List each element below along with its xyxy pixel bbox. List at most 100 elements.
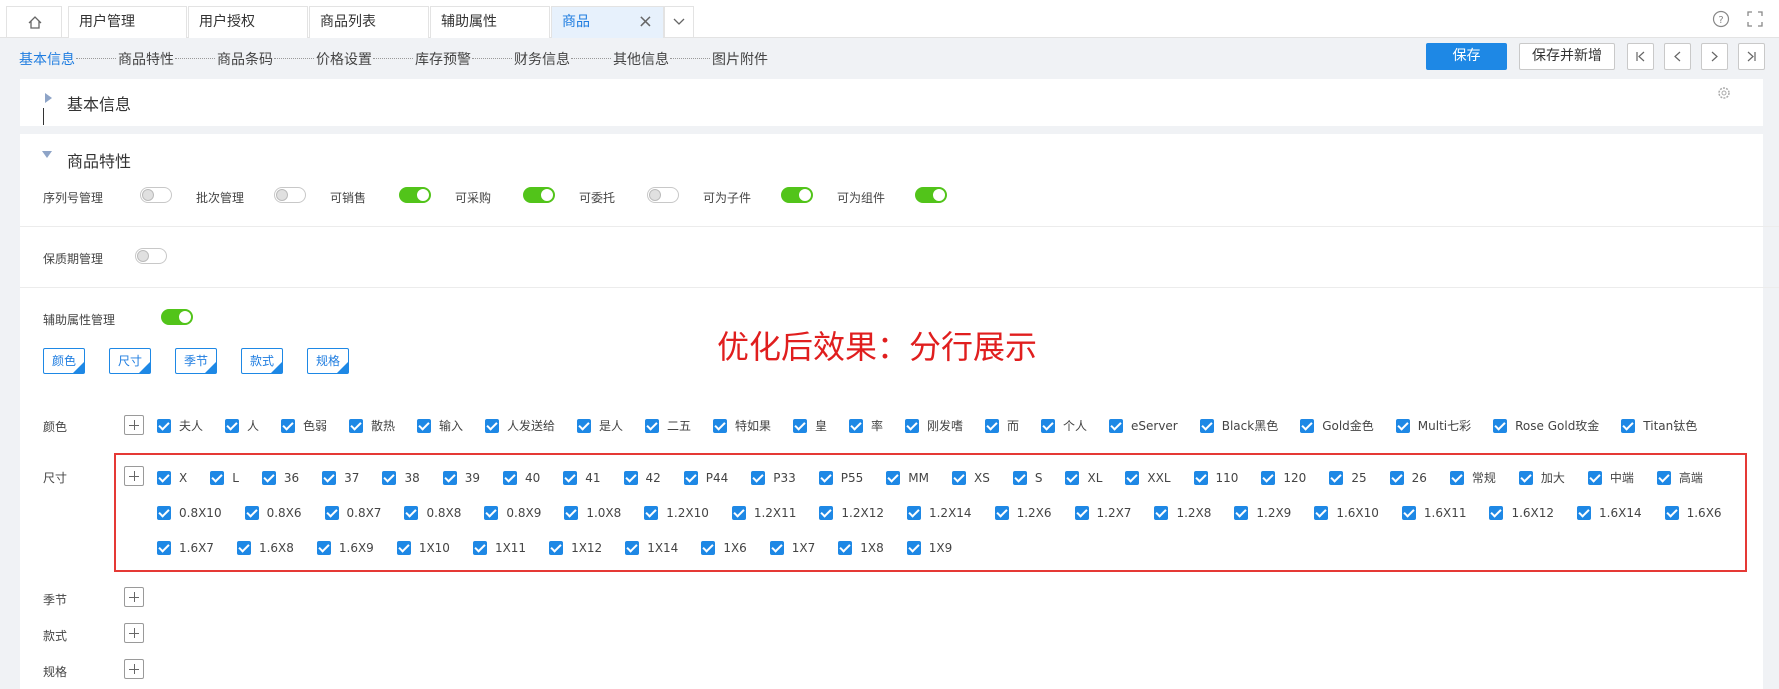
help-icon[interactable]: ? bbox=[1712, 10, 1730, 28]
checkbox-checked-icon[interactable] bbox=[1664, 506, 1679, 520]
attr-button-size[interactable]: 尺寸 bbox=[109, 348, 151, 374]
checkbox-checked-icon[interactable] bbox=[1577, 506, 1592, 520]
checkbox-checked-icon[interactable] bbox=[952, 471, 967, 485]
checkbox-checked-icon[interactable] bbox=[417, 419, 431, 433]
checkbox-checked-icon[interactable] bbox=[564, 506, 579, 520]
checkbox-checked-icon[interactable] bbox=[349, 419, 363, 433]
checkbox-checked-icon[interactable] bbox=[1065, 471, 1080, 485]
component-toggle[interactable] bbox=[915, 187, 947, 203]
step-price-settings[interactable]: 价格设置 bbox=[316, 49, 372, 69]
step-finance-info[interactable]: 财务信息 bbox=[514, 49, 570, 69]
save-and-new-button[interactable]: 保存并新增 bbox=[1519, 43, 1615, 70]
checkbox-checked-icon[interactable] bbox=[1587, 471, 1602, 485]
tab-product-list[interactable]: 商品列表 bbox=[309, 6, 429, 38]
fullscreen-icon[interactable] bbox=[1746, 10, 1764, 28]
checkbox-checked-icon[interactable] bbox=[623, 471, 638, 485]
checkbox-checked-icon[interactable] bbox=[905, 419, 919, 433]
checkbox-checked-icon[interactable] bbox=[701, 541, 716, 555]
checkbox-checked-icon[interactable] bbox=[157, 506, 171, 520]
add-size-button[interactable] bbox=[124, 466, 144, 486]
attr-button-season[interactable]: 季节 bbox=[175, 348, 217, 374]
home-tab[interactable] bbox=[6, 6, 62, 38]
tab-product[interactable]: 商品 × bbox=[551, 6, 664, 38]
checkbox-checked-icon[interactable] bbox=[886, 471, 901, 485]
save-button[interactable]: 保存 bbox=[1426, 43, 1507, 70]
checkbox-checked-icon[interactable] bbox=[322, 471, 337, 485]
checkbox-checked-icon[interactable] bbox=[157, 419, 171, 433]
attr-button-color[interactable]: 颜色 bbox=[43, 348, 85, 374]
checkbox-checked-icon[interactable] bbox=[1449, 471, 1464, 485]
checkbox-checked-icon[interactable] bbox=[985, 419, 999, 433]
gear-icon[interactable] bbox=[1716, 85, 1732, 101]
checkbox-checked-icon[interactable] bbox=[1493, 419, 1508, 433]
checkbox-checked-icon[interactable] bbox=[502, 471, 517, 485]
step-other-info[interactable]: 其他信息 bbox=[613, 49, 669, 69]
checkbox-checked-icon[interactable] bbox=[484, 506, 499, 520]
checkbox-checked-icon[interactable] bbox=[1261, 471, 1276, 485]
batch-management-toggle[interactable] bbox=[274, 187, 306, 203]
checkbox-checked-icon[interactable] bbox=[994, 506, 1009, 520]
checkbox-checked-icon[interactable] bbox=[625, 541, 640, 555]
consignable-toggle[interactable] bbox=[647, 187, 679, 203]
checkbox-checked-icon[interactable] bbox=[210, 471, 225, 485]
checkbox-checked-icon[interactable] bbox=[281, 419, 295, 433]
checkbox-checked-icon[interactable] bbox=[1234, 506, 1249, 520]
checkbox-checked-icon[interactable] bbox=[793, 419, 807, 433]
checkbox-checked-icon[interactable] bbox=[644, 506, 659, 520]
checkbox-checked-icon[interactable] bbox=[316, 541, 331, 555]
checkbox-checked-icon[interactable] bbox=[1314, 506, 1329, 520]
checkbox-checked-icon[interactable] bbox=[1389, 471, 1404, 485]
first-record-button[interactable] bbox=[1627, 43, 1654, 70]
attr-button-spec[interactable]: 规格 bbox=[307, 348, 349, 374]
step-product-features[interactable]: 商品特性 bbox=[118, 49, 174, 69]
aux-attr-mgmt-toggle[interactable] bbox=[161, 309, 193, 325]
checkbox-checked-icon[interactable] bbox=[382, 471, 397, 485]
checkbox-checked-icon[interactable] bbox=[751, 471, 766, 485]
checkbox-checked-icon[interactable] bbox=[906, 541, 921, 555]
checkbox-checked-icon[interactable] bbox=[1329, 471, 1344, 485]
checkbox-checked-icon[interactable] bbox=[818, 471, 833, 485]
checkbox-checked-icon[interactable] bbox=[261, 471, 276, 485]
collapse-icon[interactable] bbox=[42, 151, 52, 158]
checkbox-checked-icon[interactable] bbox=[549, 541, 564, 555]
step-stock-alert[interactable]: 库存预警 bbox=[415, 49, 471, 69]
checkbox-checked-icon[interactable] bbox=[236, 541, 251, 555]
checkbox-checked-icon[interactable] bbox=[1109, 419, 1123, 433]
tab-user-authorization[interactable]: 用户授权 bbox=[188, 6, 308, 38]
checkbox-checked-icon[interactable] bbox=[442, 471, 457, 485]
checkbox-checked-icon[interactable] bbox=[1395, 419, 1410, 433]
checkbox-checked-icon[interactable] bbox=[157, 541, 171, 555]
checkbox-checked-icon[interactable] bbox=[645, 419, 659, 433]
checkbox-checked-icon[interactable] bbox=[577, 419, 591, 433]
tab-aux-attributes[interactable]: 辅助属性 bbox=[430, 6, 550, 38]
checkbox-checked-icon[interactable] bbox=[769, 541, 784, 555]
step-basic-info[interactable]: 基本信息 bbox=[19, 49, 75, 69]
checkbox-checked-icon[interactable] bbox=[1621, 419, 1636, 433]
purchasable-toggle[interactable] bbox=[523, 187, 555, 203]
step-barcode[interactable]: 商品条码 bbox=[217, 49, 273, 69]
checkbox-checked-icon[interactable] bbox=[849, 419, 863, 433]
step-attachments[interactable]: 图片附件 bbox=[712, 49, 768, 69]
checkbox-checked-icon[interactable] bbox=[1125, 471, 1140, 485]
close-icon[interactable]: × bbox=[638, 7, 653, 37]
checkbox-checked-icon[interactable] bbox=[1154, 506, 1169, 520]
checkbox-checked-icon[interactable] bbox=[563, 471, 578, 485]
checkbox-checked-icon[interactable] bbox=[1199, 419, 1214, 433]
add-spec-button[interactable] bbox=[124, 659, 144, 679]
add-color-button[interactable] bbox=[124, 415, 144, 435]
previous-record-button[interactable] bbox=[1664, 43, 1691, 70]
checkbox-checked-icon[interactable] bbox=[731, 506, 746, 520]
checkbox-checked-icon[interactable] bbox=[472, 541, 487, 555]
checkbox-checked-icon[interactable] bbox=[225, 419, 239, 433]
checkbox-checked-icon[interactable] bbox=[683, 471, 698, 485]
checkbox-checked-icon[interactable] bbox=[1300, 419, 1315, 433]
checkbox-checked-icon[interactable] bbox=[1489, 506, 1504, 520]
checkbox-checked-icon[interactable] bbox=[485, 419, 499, 433]
checkbox-checked-icon[interactable] bbox=[838, 541, 853, 555]
checkbox-checked-icon[interactable] bbox=[396, 541, 411, 555]
shelf-life-toggle[interactable] bbox=[135, 248, 167, 264]
checkbox-checked-icon[interactable] bbox=[324, 506, 339, 520]
add-season-button[interactable] bbox=[124, 587, 144, 607]
tab-dropdown-button[interactable] bbox=[664, 6, 694, 38]
attr-button-style[interactable]: 款式 bbox=[241, 348, 283, 374]
